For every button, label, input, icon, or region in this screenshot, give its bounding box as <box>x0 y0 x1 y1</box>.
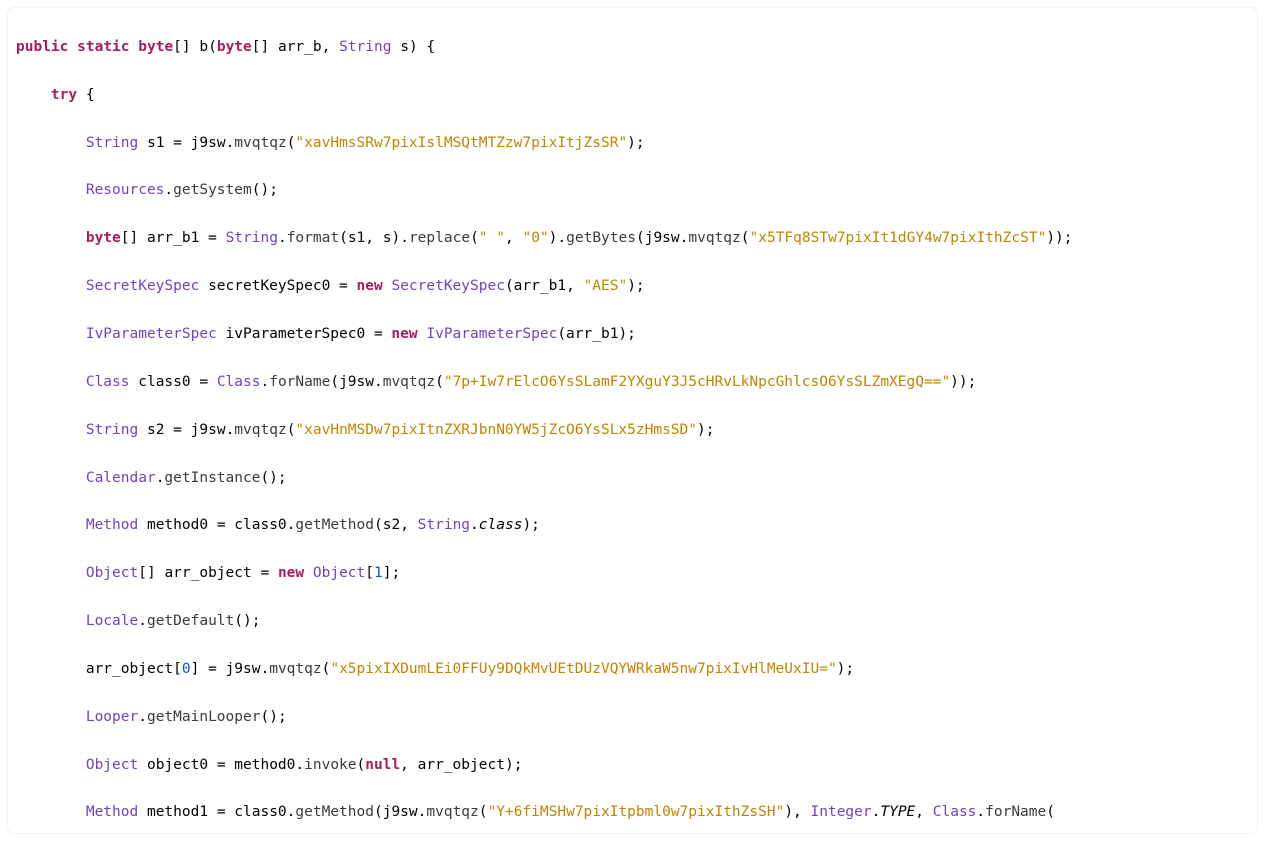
line: Locale.getDefault(); <box>16 610 1249 634</box>
line: byte[] arr_b1 = String.format(s1, s).rep… <box>16 227 1249 251</box>
line: Object object0 = method0.invoke(null, ar… <box>16 754 1249 778</box>
line: Method method0 = class0.getMethod(s2, St… <box>16 514 1249 538</box>
line: Class class0 = Class.forName(j9sw.mvqtqz… <box>16 371 1249 395</box>
line: IvParameterSpec ivParameterSpec0 = new I… <box>16 323 1249 347</box>
line: String s1 = j9sw.mvqtqz("xavHmsSRw7pixIs… <box>16 132 1249 156</box>
line: Resources.getSystem(); <box>16 179 1249 203</box>
line: SecretKeySpec secretKeySpec0 = new Secre… <box>16 275 1249 299</box>
line: Calendar.getInstance(); <box>16 467 1249 491</box>
line: String s2 = j9sw.mvqtqz("xavHnMSDw7pixIt… <box>16 419 1249 443</box>
line: Looper.getMainLooper(); <box>16 706 1249 730</box>
line: try { <box>16 84 1249 108</box>
line: arr_object[0] = j9sw.mvqtqz("x5pixIXDumL… <box>16 658 1249 682</box>
line: public static byte[] b(byte[] arr_b, Str… <box>16 36 1249 60</box>
line: Method method1 = class0.getMethod(j9sw.m… <box>16 801 1249 825</box>
code-block: public static byte[] b(byte[] arr_b, Str… <box>8 8 1257 833</box>
line: Object[] arr_object = new Object[1]; <box>16 562 1249 586</box>
